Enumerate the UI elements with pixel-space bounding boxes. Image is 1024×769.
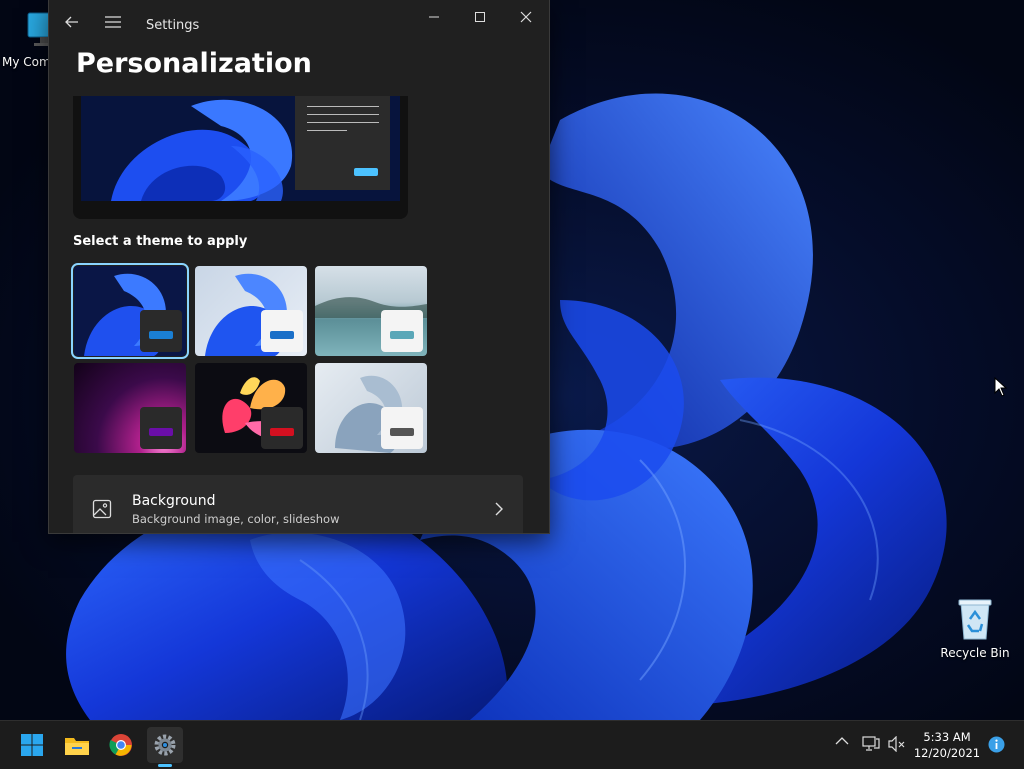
image-icon [92, 499, 112, 519]
taskbar: 5:33 AM 12/20/2021 [0, 720, 1024, 769]
settings-gear-icon [154, 734, 176, 756]
desktop-icon-label: Recycle Bin [940, 646, 1010, 660]
background-row-title: Background [132, 493, 216, 509]
background-settings-row[interactable]: Background Background image, color, slid… [73, 475, 523, 533]
chrome-icon [109, 734, 132, 756]
theme-preview-window [295, 96, 390, 190]
show-hidden-icons-button[interactable] [835, 735, 849, 750]
minimize-button[interactable] [411, 0, 457, 34]
theme-captured-motion[interactable] [74, 363, 186, 453]
close-icon [520, 11, 532, 23]
theme-light-bloom[interactable] [195, 266, 307, 356]
theme-accent-swatch [270, 428, 294, 436]
notifications-button[interactable] [988, 736, 1005, 757]
back-button[interactable] [58, 8, 86, 36]
active-app-indicator [158, 764, 172, 767]
volume-button[interactable] [888, 735, 906, 756]
network-status-button[interactable] [862, 736, 880, 756]
theme-glow-lake[interactable] [315, 266, 427, 356]
desktop-icon-recycle-bin[interactable]: Recycle Bin [940, 597, 1010, 660]
volume-muted-icon [888, 735, 905, 753]
settings-taskbar-button[interactable] [147, 727, 183, 763]
notification-info-icon [988, 736, 1005, 753]
theme-accent-swatch [390, 331, 414, 339]
theme-accent-swatch [149, 331, 173, 339]
windows-start-icon [21, 734, 43, 756]
file-explorer-icon [65, 738, 89, 755]
start-button[interactable] [14, 727, 50, 763]
theme-dark-bloom[interactable] [71, 263, 189, 359]
page-title: Personalization [76, 48, 312, 79]
app-title: Settings [146, 18, 200, 33]
chrome-button[interactable] [103, 727, 139, 763]
chevron-right-icon [495, 502, 503, 516]
taskbar-clock[interactable]: 5:33 AM 12/20/2021 [912, 729, 982, 761]
theme-flow[interactable] [195, 363, 307, 453]
close-button[interactable] [503, 0, 549, 34]
theme-sunrise-bloom[interactable] [315, 363, 427, 453]
window-titlebar[interactable]: Settings [49, 0, 549, 48]
theme-accent-swatch [390, 428, 414, 436]
mouse-cursor-icon [994, 377, 1008, 397]
theme-section-heading: Select a theme to apply [73, 234, 248, 249]
file-explorer-button[interactable] [59, 727, 95, 763]
clock-time: 5:33 AM [923, 730, 971, 744]
theme-preview-accent [354, 168, 378, 176]
hamburger-menu-icon [105, 16, 121, 28]
recycle-bin-icon [958, 599, 992, 640]
maximize-icon [475, 12, 485, 22]
back-arrow-icon [65, 16, 78, 28]
clock-date: 12/20/2021 [913, 746, 981, 760]
theme-accent-swatch [270, 331, 294, 339]
network-wired-icon [862, 736, 880, 751]
chevron-up-icon [835, 737, 849, 745]
theme-accent-swatch [149, 428, 173, 436]
background-row-subtitle: Background image, color, slideshow [132, 512, 340, 526]
settings-window: Settings Personalization Select a theme … [48, 0, 550, 534]
navigation-menu-button[interactable] [99, 8, 127, 36]
theme-preview [73, 96, 408, 219]
maximize-button[interactable] [457, 0, 503, 34]
minimize-icon [429, 16, 439, 18]
